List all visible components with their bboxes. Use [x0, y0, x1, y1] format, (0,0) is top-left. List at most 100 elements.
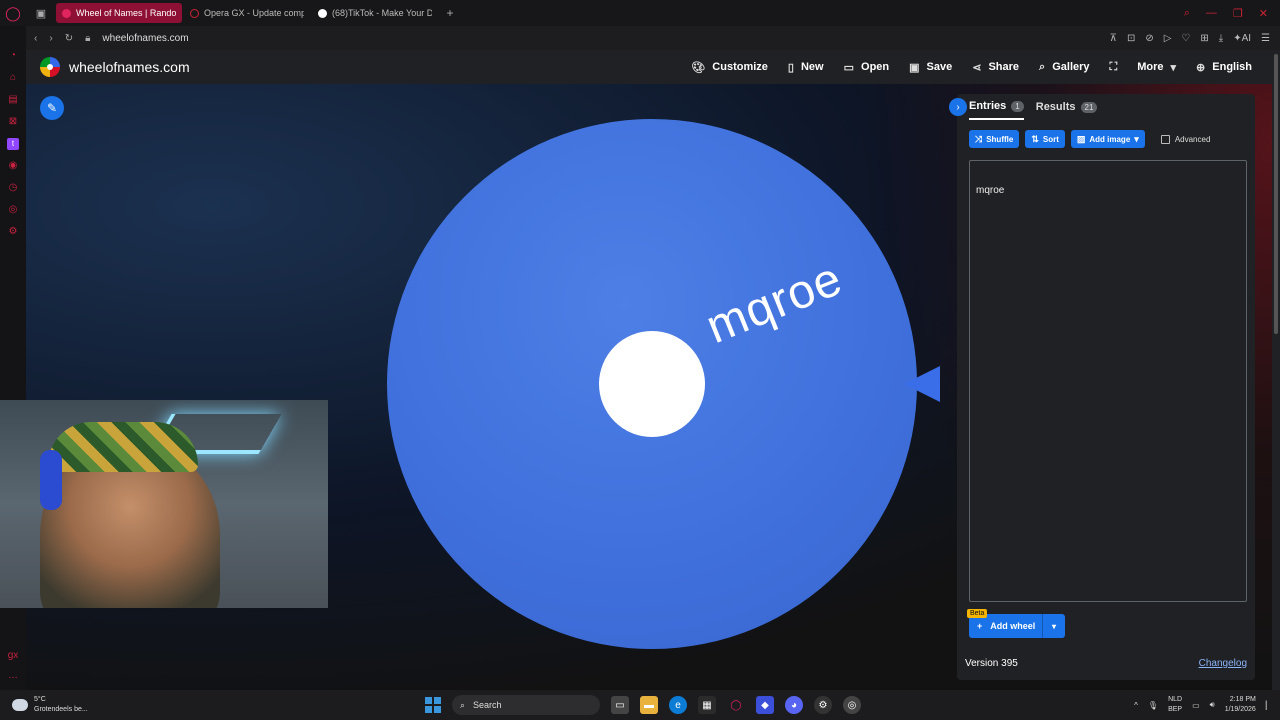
tab-entries[interactable]: Entries 1	[969, 94, 1024, 120]
weather-widget[interactable]: 5°C Grotendeels be...	[12, 695, 132, 715]
clock[interactable]: 2:18 PM 1/19/2026	[1225, 695, 1256, 715]
player-icon[interactable]: ◉	[7, 160, 19, 172]
minimize-icon[interactable]: —	[1206, 7, 1217, 20]
browser-tab-bar: ◯ ▣ Wheel of Names | Random Opera GX - U…	[0, 0, 1280, 26]
workspaces-icon[interactable]: ▣	[26, 7, 56, 20]
system-tray: ^ 🎙︎ NLD BEP ▭ 🔊︎ 2:18 PM 1/19/2026 ▏	[1134, 690, 1272, 720]
close-icon[interactable]: ✕	[1259, 7, 1268, 20]
version-text: Version 395	[965, 658, 1018, 669]
volume-icon[interactable]: 🔊︎	[1210, 700, 1215, 710]
heart-icon[interactable]: ♡	[1181, 33, 1190, 44]
extensions-icon[interactable]: ⊞	[1200, 33, 1208, 44]
opera-menu-icon[interactable]: ◯	[0, 0, 26, 26]
entries-toolbar: ⤨ Shuffle ⇅ Sort ▨ Add image ▾ Advanced	[969, 130, 1210, 148]
tab-opera-gx-update[interactable]: Opera GX - Update comp	[184, 3, 310, 23]
file-explorer-icon[interactable]: ▬	[640, 696, 658, 714]
tab-wheel-of-names[interactable]: Wheel of Names | Random	[56, 3, 182, 23]
more-icon[interactable]: …	[7, 670, 19, 682]
share-button[interactable]: ⋖ Share	[962, 50, 1029, 84]
adblock-icon[interactable]: ⊘	[1145, 33, 1153, 44]
opera-gx-icon[interactable]: ◯	[727, 696, 745, 714]
steam-icon[interactable]: ⚙	[814, 696, 832, 714]
scrollbar-thumb[interactable]	[1274, 54, 1278, 334]
page-scrollbar[interactable]	[1272, 50, 1280, 690]
news-icon[interactable]: ▤	[7, 94, 19, 106]
cloud-icon	[12, 699, 28, 711]
back-icon[interactable]: ‹	[34, 33, 37, 44]
collapse-panel-button[interactable]: ›	[949, 98, 967, 116]
play-icon[interactable]: ▷	[1164, 33, 1172, 44]
advanced-toggle[interactable]: Advanced	[1160, 134, 1211, 144]
store-icon[interactable]: ⊠	[7, 116, 19, 128]
messenger-icon[interactable]: ◎	[7, 204, 19, 216]
gallery-button[interactable]: ⌕ Gallery	[1029, 50, 1099, 84]
wheel-center-hub[interactable]	[599, 331, 705, 437]
twitch-icon[interactable]: t	[7, 138, 19, 150]
menu-label: More	[1137, 61, 1164, 73]
notification-icon[interactable]: ▏	[1266, 701, 1272, 710]
shuffle-button[interactable]: ⤨ Shuffle	[969, 130, 1020, 148]
url-field[interactable]: wheelofnames.com	[102, 33, 188, 44]
search-tabs-icon[interactable]: ⌕	[1184, 7, 1190, 20]
tab-title: Wheel of Names | Random	[76, 8, 176, 18]
customize-button[interactable]: 🎨︎ Customize	[681, 50, 778, 84]
more-button[interactable]: More ▾	[1127, 50, 1186, 84]
chevron-up-icon[interactable]: ^	[1134, 701, 1138, 710]
menu-label: Share	[988, 61, 1020, 73]
file-icon: ▯	[787, 61, 794, 74]
history-icon[interactable]: ◷	[7, 182, 19, 194]
sort-button[interactable]: ⇅ Sort	[1025, 130, 1065, 148]
tab-tiktok[interactable]: (68)TikTok - Make Your D	[312, 3, 438, 23]
language-button[interactable]: ⊕ English	[1186, 50, 1262, 84]
advanced-label: Advanced	[1174, 134, 1211, 144]
add-image-button[interactable]: ▨ Add image ▾	[1070, 130, 1145, 148]
download-icon[interactable]: ⤓	[1219, 33, 1223, 44]
chrome-icon[interactable]: ◎	[843, 696, 861, 714]
maximize-icon[interactable]: ❐	[1233, 7, 1243, 20]
new-tab-button[interactable]: +	[440, 6, 460, 20]
clock-date: 1/19/2026	[1224, 706, 1256, 713]
edge-icon[interactable]: e	[669, 696, 687, 714]
taskbar: 5°C Grotendeels be... ⌕ Search ▭ ▬ e ▦ ◯…	[0, 690, 1280, 720]
entries-textarea[interactable]: mqroe	[969, 160, 1247, 602]
image-icon: ▨	[1076, 133, 1086, 144]
fullscreen-button[interactable]: ⛶	[1100, 50, 1128, 84]
forward-icon[interactable]: ›	[49, 33, 52, 44]
menu-label: Gallery	[1052, 61, 1090, 73]
wheel[interactable]: mqroe	[387, 119, 917, 649]
task-view-icon[interactable]: ▭	[611, 696, 629, 714]
settings-icon[interactable]: ⚙	[7, 226, 19, 238]
tab-title: (68)TikTok - Make Your D	[332, 8, 432, 18]
reload-icon[interactable]: ↻	[65, 33, 73, 44]
advanced-checkbox[interactable]	[1160, 134, 1170, 144]
discord-icon[interactable]: ◕	[785, 696, 803, 714]
tab-results[interactable]: Results 21	[1036, 94, 1098, 120]
save-button[interactable]: ▣ Save	[899, 50, 962, 84]
new-button[interactable]: ▯ New	[778, 50, 834, 84]
language-indicator[interactable]: NLD BEP	[1168, 695, 1182, 715]
pin-icon[interactable]: ⊼	[1110, 33, 1117, 44]
windows-start-icon[interactable]	[425, 697, 441, 713]
shuffle-icon: ⤨	[975, 133, 983, 144]
taskbar-search[interactable]: ⌕ Search	[452, 695, 600, 715]
vpn-icon[interactable]: ◆	[756, 696, 774, 714]
wheel-logo-icon[interactable]	[40, 57, 60, 77]
snapshot-icon[interactable]: ⊡	[1127, 33, 1135, 44]
open-button[interactable]: ▭ Open	[834, 50, 900, 84]
add-wheel-dropdown-icon[interactable]: ▾	[1043, 622, 1065, 631]
store-icon[interactable]: ▦	[698, 696, 716, 714]
webcam-overlay	[0, 400, 328, 608]
beta-badge: Beta	[967, 609, 988, 618]
changelog-link[interactable]: Changelog	[1199, 658, 1247, 669]
gx-control-icon[interactable]: ◔	[7, 50, 19, 62]
easy-setup-icon[interactable]: ☰	[1261, 33, 1270, 44]
ai-icon[interactable]: ✦AI	[1233, 33, 1251, 44]
site-brand[interactable]: wheelofnames.com	[69, 59, 190, 75]
address-bar: ‹ › ↻ 🔒︎ wheelofnames.com ⊼ ⊡ ⊘ ▷ ♡ ⊞ ⤓ …	[26, 26, 1280, 50]
network-icon[interactable]: ▭	[1192, 701, 1200, 710]
edit-pencil-icon[interactable]: ✎	[40, 96, 64, 120]
microphone-icon[interactable]: 🎙︎	[1148, 701, 1158, 710]
gx-cleaner-icon[interactable]: ⌂	[7, 72, 19, 84]
gx-icon[interactable]: gx	[7, 650, 19, 662]
menu-label: English	[1212, 61, 1252, 73]
